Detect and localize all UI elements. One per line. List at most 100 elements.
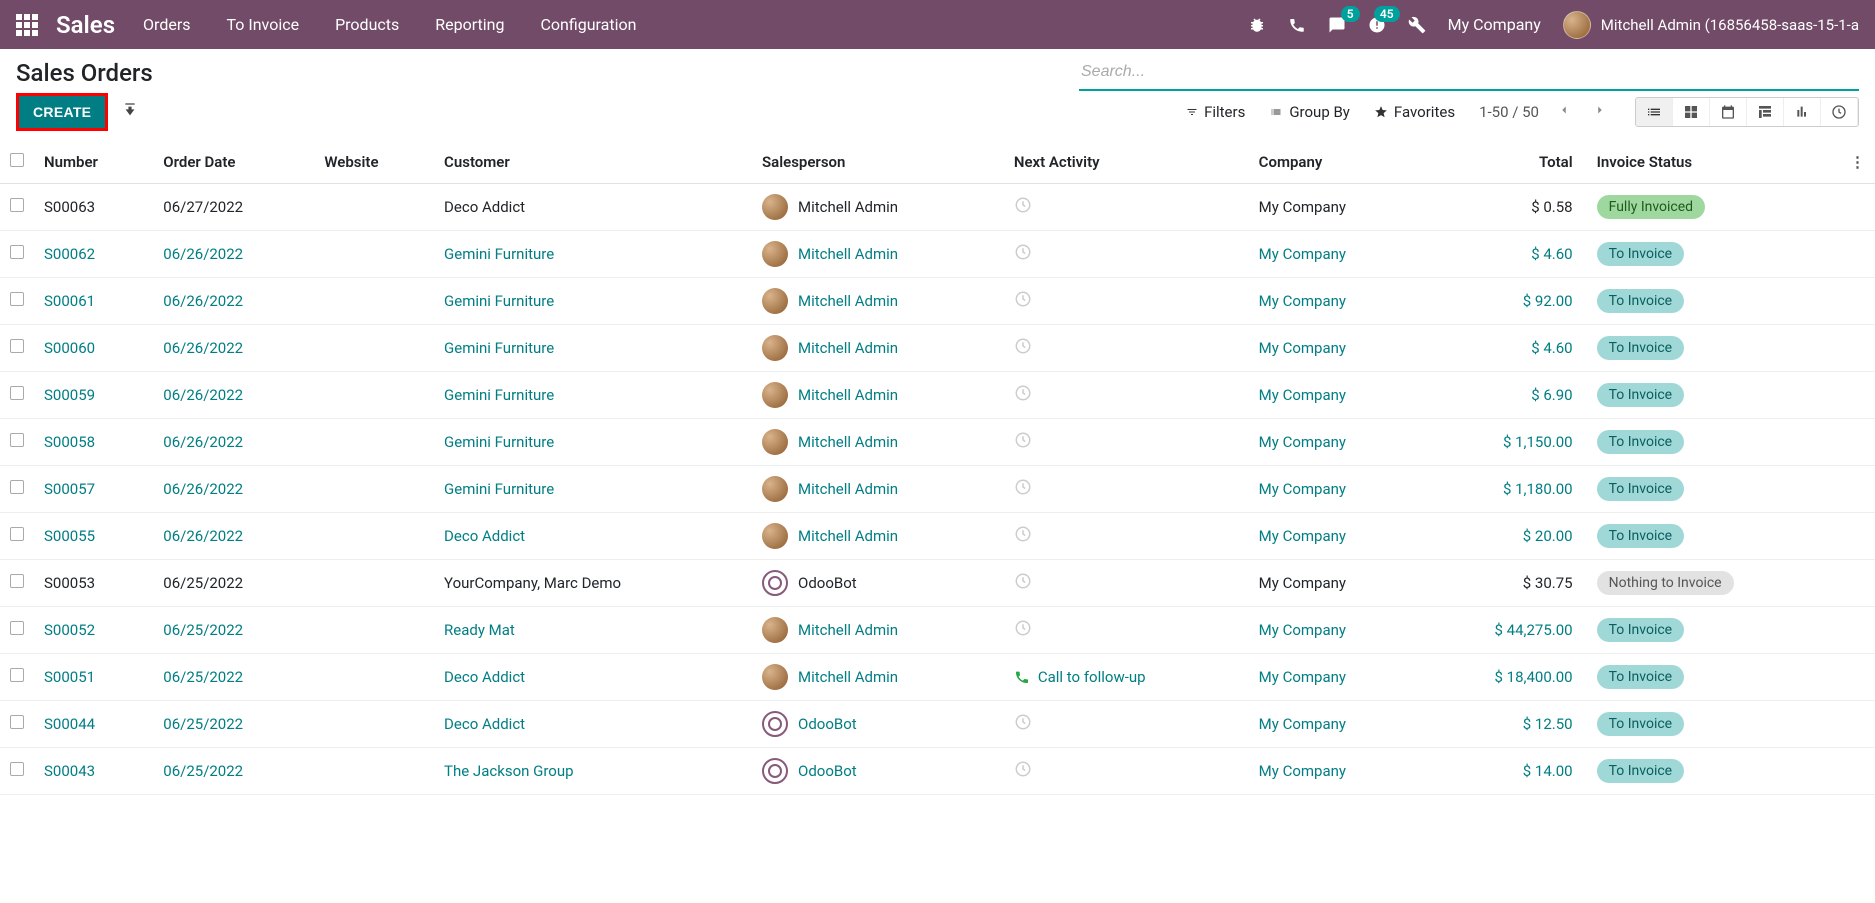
row-checkbox[interactable] bbox=[10, 245, 24, 259]
order-number[interactable]: S00063 bbox=[44, 198, 95, 216]
table-row[interactable]: S0006206/26/2022Gemini FurnitureMitchell… bbox=[0, 231, 1875, 278]
search-input[interactable] bbox=[1079, 59, 1859, 85]
table-row[interactable]: S0005806/26/2022Gemini FurnitureMitchell… bbox=[0, 419, 1875, 466]
customer-link[interactable]: Gemini Furniture bbox=[444, 245, 554, 263]
favorites-button[interactable]: Favorites bbox=[1374, 103, 1455, 121]
view-graph[interactable] bbox=[1784, 98, 1821, 126]
salesperson-cell[interactable]: OdooBot bbox=[762, 711, 994, 737]
customer-link[interactable]: YourCompany, Marc Demo bbox=[444, 574, 621, 592]
company-link[interactable]: My Company bbox=[1259, 668, 1346, 686]
table-row[interactable]: S0005506/26/2022Deco AddictMitchell Admi… bbox=[0, 513, 1875, 560]
clock-icon[interactable] bbox=[1014, 764, 1032, 782]
messages-icon[interactable]: 5 bbox=[1328, 16, 1346, 34]
table-row[interactable]: S0006006/26/2022Gemini FurnitureMitchell… bbox=[0, 325, 1875, 372]
apps-icon[interactable] bbox=[16, 14, 38, 36]
customer-link[interactable]: The Jackson Group bbox=[444, 762, 573, 780]
search-bar[interactable] bbox=[1079, 59, 1859, 91]
user-menu[interactable]: Mitchell Admin (16856458-saas-15-1-a bbox=[1563, 11, 1859, 39]
pager-next[interactable] bbox=[1589, 99, 1611, 125]
salesperson-cell[interactable]: Mitchell Admin bbox=[762, 382, 994, 408]
table-row[interactable]: S0005206/25/2022Ready MatMitchell AdminM… bbox=[0, 607, 1875, 654]
col-customer[interactable]: Customer bbox=[434, 141, 752, 184]
customer-link[interactable]: Deco Addict bbox=[444, 527, 525, 545]
row-checkbox[interactable] bbox=[10, 386, 24, 400]
table-row[interactable]: S0004406/25/2022Deco AddictOdooBotMy Com… bbox=[0, 701, 1875, 748]
company-link[interactable]: My Company bbox=[1259, 527, 1346, 545]
salesperson-cell[interactable]: OdooBot bbox=[762, 570, 994, 596]
table-row[interactable]: S0005706/26/2022Gemini FurnitureMitchell… bbox=[0, 466, 1875, 513]
company-link[interactable]: My Company bbox=[1259, 480, 1346, 498]
clock-icon[interactable] bbox=[1014, 482, 1032, 500]
table-row[interactable]: S0005906/26/2022Gemini FurnitureMitchell… bbox=[0, 372, 1875, 419]
order-number[interactable]: S00057 bbox=[44, 480, 95, 498]
col-website[interactable]: Website bbox=[314, 141, 434, 184]
col-company[interactable]: Company bbox=[1249, 141, 1422, 184]
col-options-icon[interactable]: ⋮ bbox=[1840, 141, 1875, 184]
order-number[interactable]: S00060 bbox=[44, 339, 95, 357]
salesperson-cell[interactable]: Mitchell Admin bbox=[762, 429, 994, 455]
company-link[interactable]: My Company bbox=[1259, 339, 1346, 357]
view-activity[interactable] bbox=[1821, 98, 1858, 126]
row-checkbox[interactable] bbox=[10, 433, 24, 447]
activity-call[interactable]: Call to follow-up bbox=[1014, 668, 1239, 686]
groupby-button[interactable]: Group By bbox=[1269, 103, 1350, 121]
clock-icon[interactable] bbox=[1014, 247, 1032, 265]
customer-link[interactable]: Gemini Furniture bbox=[444, 433, 554, 451]
customer-link[interactable]: Deco Addict bbox=[444, 198, 525, 216]
row-checkbox[interactable] bbox=[10, 292, 24, 306]
order-number[interactable]: S00058 bbox=[44, 433, 95, 451]
bug-icon[interactable] bbox=[1248, 16, 1266, 34]
tools-icon[interactable] bbox=[1408, 16, 1426, 34]
clock-icon[interactable] bbox=[1014, 623, 1032, 641]
company-link[interactable]: My Company bbox=[1259, 762, 1346, 780]
col-date[interactable]: Order Date bbox=[153, 141, 314, 184]
nav-reporting[interactable]: Reporting bbox=[435, 15, 504, 34]
company-selector[interactable]: My Company bbox=[1448, 15, 1541, 34]
clock-icon[interactable] bbox=[1014, 200, 1032, 218]
order-number[interactable]: S00055 bbox=[44, 527, 95, 545]
company-link[interactable]: My Company bbox=[1259, 433, 1346, 451]
table-row[interactable]: S0006106/26/2022Gemini FurnitureMitchell… bbox=[0, 278, 1875, 325]
download-icon[interactable] bbox=[122, 102, 138, 122]
view-calendar[interactable] bbox=[1710, 98, 1747, 126]
company-link[interactable]: My Company bbox=[1259, 292, 1346, 310]
view-list[interactable] bbox=[1636, 98, 1673, 126]
customer-link[interactable]: Deco Addict bbox=[444, 715, 525, 733]
company-link[interactable]: My Company bbox=[1259, 621, 1346, 639]
clock-icon[interactable] bbox=[1014, 717, 1032, 735]
salesperson-cell[interactable]: Mitchell Admin bbox=[762, 288, 994, 314]
col-status[interactable]: Invoice Status bbox=[1587, 141, 1840, 184]
clock-icon[interactable] bbox=[1014, 388, 1032, 406]
row-checkbox[interactable] bbox=[10, 480, 24, 494]
col-number[interactable]: Number bbox=[34, 141, 153, 184]
order-number[interactable]: S00059 bbox=[44, 386, 95, 404]
table-row[interactable]: S0005306/25/2022YourCompany, Marc DemoOd… bbox=[0, 560, 1875, 607]
table-row[interactable]: S0005106/25/2022Deco AddictMitchell Admi… bbox=[0, 654, 1875, 701]
clock-icon[interactable] bbox=[1014, 294, 1032, 312]
col-total[interactable]: Total bbox=[1422, 141, 1587, 184]
row-checkbox[interactable] bbox=[10, 668, 24, 682]
row-checkbox[interactable] bbox=[10, 527, 24, 541]
salesperson-cell[interactable]: Mitchell Admin bbox=[762, 241, 994, 267]
salesperson-cell[interactable]: Mitchell Admin bbox=[762, 664, 994, 690]
customer-link[interactable]: Deco Addict bbox=[444, 668, 525, 686]
clock-icon[interactable] bbox=[1014, 435, 1032, 453]
row-checkbox[interactable] bbox=[10, 198, 24, 212]
order-number[interactable]: S00043 bbox=[44, 762, 95, 780]
pager-prev[interactable] bbox=[1553, 99, 1575, 125]
nav-products[interactable]: Products bbox=[335, 15, 399, 34]
company-link[interactable]: My Company bbox=[1259, 574, 1346, 592]
company-link[interactable]: My Company bbox=[1259, 715, 1346, 733]
phone-icon[interactable] bbox=[1288, 16, 1306, 34]
row-checkbox[interactable] bbox=[10, 339, 24, 353]
table-row[interactable]: S0006306/27/2022Deco AddictMitchell Admi… bbox=[0, 184, 1875, 231]
salesperson-cell[interactable]: Mitchell Admin bbox=[762, 523, 994, 549]
customer-link[interactable]: Gemini Furniture bbox=[444, 480, 554, 498]
create-button[interactable]: CREATE bbox=[16, 93, 108, 131]
customer-link[interactable]: Gemini Furniture bbox=[444, 386, 554, 404]
table-row[interactable]: S0004306/25/2022The Jackson GroupOdooBot… bbox=[0, 748, 1875, 795]
salesperson-cell[interactable]: OdooBot bbox=[762, 758, 994, 784]
nav-configuration[interactable]: Configuration bbox=[540, 15, 636, 34]
company-link[interactable]: My Company bbox=[1259, 386, 1346, 404]
salesperson-cell[interactable]: Mitchell Admin bbox=[762, 335, 994, 361]
